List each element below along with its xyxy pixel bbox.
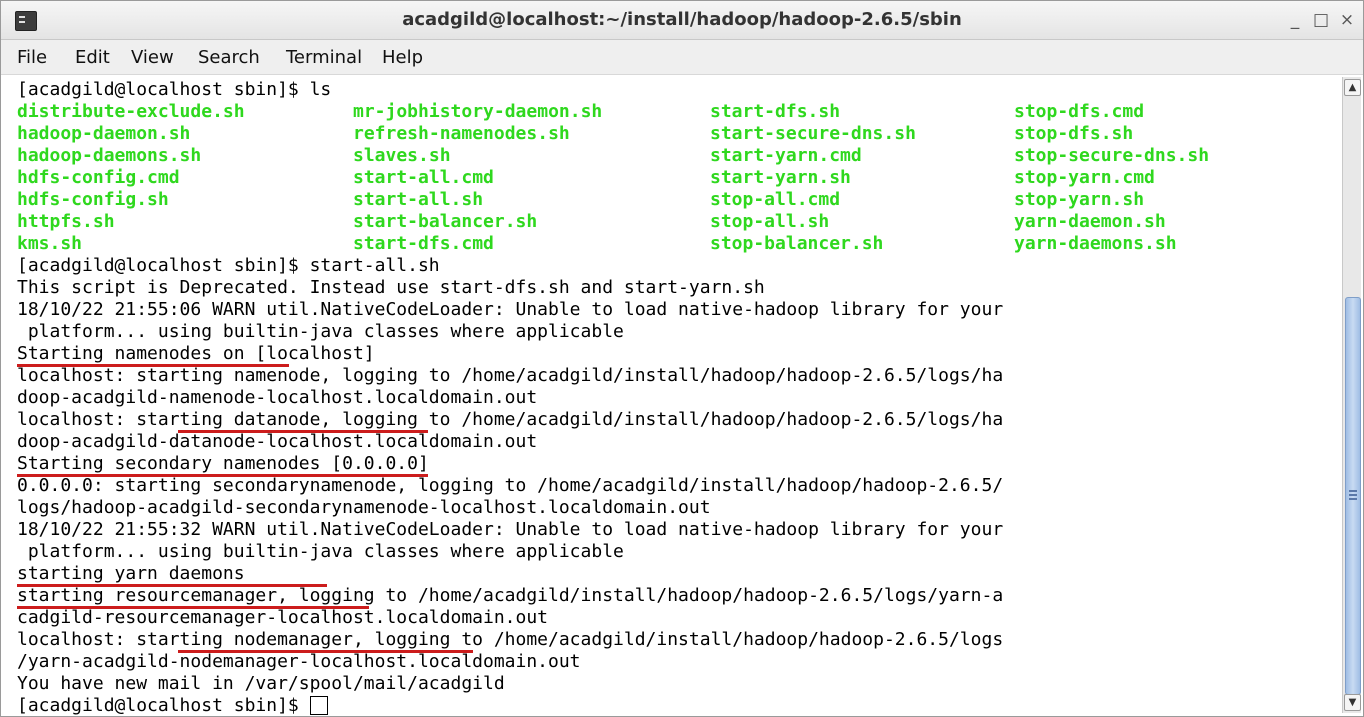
menu-search[interactable]: Search xyxy=(198,47,260,68)
menu-bar: File Edit View Search Terminal Help xyxy=(1,40,1363,75)
file-row: hadoop-daemon.sh refresh-namenodes.sh st… xyxy=(17,123,1317,145)
file-name: hadoop-daemons.sh xyxy=(17,145,202,166)
output-line: Starting namenodes on [localhost] xyxy=(17,343,375,364)
prompt-text: [acadgild@localhost sbin]$ xyxy=(17,695,310,716)
terminal-window: acadgild@localhost:~/install/hadoop/hado… xyxy=(0,0,1364,717)
scroll-up-icon[interactable]: ▲ xyxy=(1344,79,1361,96)
file-name: stop-all.sh xyxy=(710,211,830,232)
file-name: start-balancer.sh xyxy=(353,211,538,232)
file-name: stop-dfs.cmd xyxy=(1014,101,1145,122)
file-name: distribute-exclude.sh xyxy=(17,101,245,122)
output-line: localhost: starting nodemanager, logging… xyxy=(17,629,1004,650)
file-name: refresh-namenodes.sh xyxy=(353,123,570,144)
menu-file[interactable]: File xyxy=(17,47,47,68)
annotation-underline xyxy=(17,474,428,477)
file-row: hdfs-config.cmd start-all.cmd start-yarn… xyxy=(17,167,1317,189)
file-row: httpfs.sh start-balancer.sh stop-all.sh … xyxy=(17,211,1317,233)
output-line: cadgild-resourcemanager-localhost.locald… xyxy=(17,607,549,628)
prompt-line[interactable]: [acadgild@localhost sbin]$ xyxy=(17,695,328,717)
output-line: logs/hadoop-acadgild-secondarynamenode-l… xyxy=(17,497,711,518)
file-name: kms.sh xyxy=(17,233,83,254)
annotation-underline xyxy=(178,430,428,433)
file-name: stop-balancer.sh xyxy=(710,233,884,254)
maximize-icon[interactable]: □ xyxy=(1310,9,1332,31)
menu-view[interactable]: View xyxy=(131,47,174,68)
menu-edit[interactable]: Edit xyxy=(75,47,110,68)
output-line: This script is Deprecated. Instead use s… xyxy=(17,277,765,298)
file-name: start-dfs.cmd xyxy=(353,233,494,254)
menu-terminal[interactable]: Terminal xyxy=(286,47,362,68)
file-row: kms.sh start-dfs.cmd stop-balancer.sh ya… xyxy=(17,233,1317,255)
output-line: Starting secondary namenodes [0.0.0.0] xyxy=(17,453,429,474)
file-name: yarn-daemons.sh xyxy=(1014,233,1177,254)
output-line: doop-acadgild-datanode-localhost.localdo… xyxy=(17,431,538,452)
file-name: stop-secure-dns.sh xyxy=(1014,145,1210,166)
file-name: stop-yarn.cmd xyxy=(1014,167,1155,188)
annotation-underline xyxy=(178,650,473,653)
window-title: acadgild@localhost:~/install/hadoop/hado… xyxy=(402,9,962,30)
annotation-underline xyxy=(17,364,289,367)
file-name: start-dfs.sh xyxy=(710,101,841,122)
close-icon[interactable]: × xyxy=(1336,9,1358,31)
file-name: start-yarn.cmd xyxy=(710,145,862,166)
output-line: starting yarn daemons xyxy=(17,563,245,584)
file-name: hdfs-config.sh xyxy=(17,189,169,210)
output-line: localhost: starting namenode, logging to… xyxy=(17,365,1004,386)
output-line: localhost: starting datanode, logging to… xyxy=(17,409,1004,430)
menu-help[interactable]: Help xyxy=(382,47,423,68)
file-name: yarn-daemon.sh xyxy=(1014,211,1166,232)
annotation-underline xyxy=(17,606,369,609)
file-name: stop-yarn.sh xyxy=(1014,189,1145,210)
text-cursor xyxy=(309,696,328,715)
file-name: start-all.cmd xyxy=(353,167,494,188)
file-name: stop-all.cmd xyxy=(710,189,841,210)
file-name: start-all.sh xyxy=(353,189,484,210)
output-line: 0.0.0.0: starting secondarynamenode, log… xyxy=(17,475,1004,496)
file-name: mr-jobhistory-daemon.sh xyxy=(353,101,603,122)
minimize-icon[interactable]: _ xyxy=(1284,9,1306,31)
file-name: slaves.sh xyxy=(353,145,451,166)
grip-icon xyxy=(1349,490,1357,492)
file-name: httpfs.sh xyxy=(17,211,115,232)
file-row: distribute-exclude.sh mr-jobhistory-daem… xyxy=(17,101,1317,123)
file-row: hdfs-config.sh start-all.sh stop-all.cmd… xyxy=(17,189,1317,211)
file-row: hadoop-daemons.sh slaves.sh start-yarn.c… xyxy=(17,145,1317,167)
scrollbar-thumb[interactable] xyxy=(1345,297,1361,695)
command-line: [acadgild@localhost sbin]$ ls xyxy=(17,79,332,100)
output-line: starting resourcemanager, logging to /ho… xyxy=(17,585,1004,606)
file-name: start-secure-dns.sh xyxy=(710,123,916,144)
output-line: /yarn-acadgild-nodemanager-localhost.loc… xyxy=(17,651,581,672)
output-line: platform... using builtin-java classes w… xyxy=(17,321,624,342)
file-name: start-yarn.sh xyxy=(710,167,851,188)
output-line: platform... using builtin-java classes w… xyxy=(17,541,624,562)
output-line: doop-acadgild-namenode-localhost.localdo… xyxy=(17,387,538,408)
output-line: You have new mail in /var/spool/mail/aca… xyxy=(17,673,505,694)
annotation-underline xyxy=(17,584,327,587)
vertical-scrollbar[interactable]: ▲ ▼ xyxy=(1342,77,1361,713)
scroll-down-icon[interactable]: ▼ xyxy=(1344,694,1361,711)
terminal-output[interactable]: [acadgild@localhost sbin]$ ls distribute… xyxy=(7,75,1337,717)
output-line: [acadgild@localhost sbin]$ start-all.sh xyxy=(17,255,440,276)
title-bar[interactable]: acadgild@localhost:~/install/hadoop/hado… xyxy=(1,1,1363,40)
file-name: stop-dfs.sh xyxy=(1014,123,1134,144)
output-line: 18/10/22 21:55:32 WARN util.NativeCodeLo… xyxy=(17,519,1004,540)
file-name: hdfs-config.cmd xyxy=(17,167,180,188)
output-line: 18/10/22 21:55:06 WARN util.NativeCodeLo… xyxy=(17,299,1004,320)
file-name: hadoop-daemon.sh xyxy=(17,123,191,144)
